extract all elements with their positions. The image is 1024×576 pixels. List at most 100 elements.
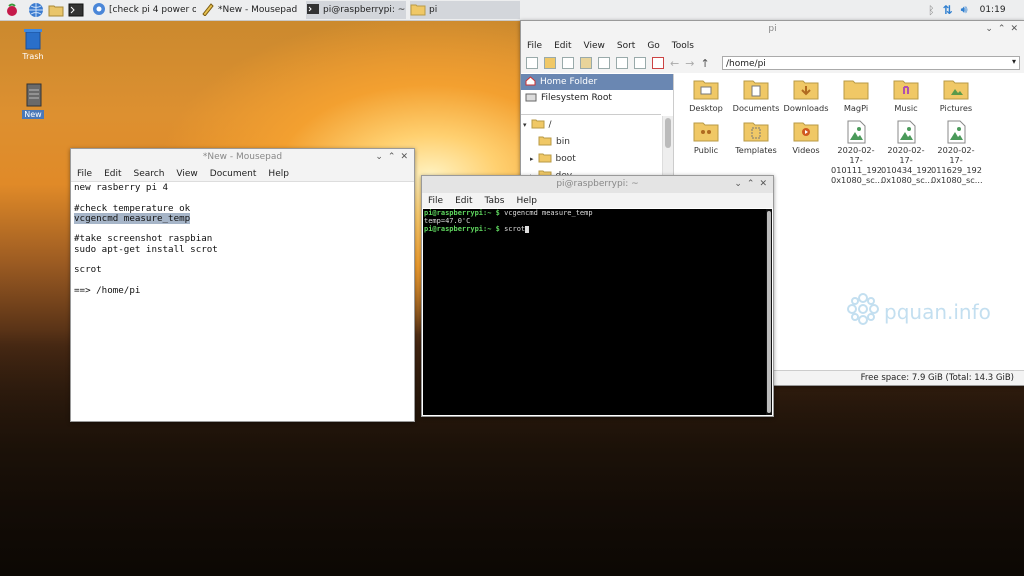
task-browser[interactable]: [check pi 4 power ok ... xyxy=(92,1,196,19)
window-title: *New - Mousepad xyxy=(202,152,283,162)
list-view-icon[interactable] xyxy=(634,57,646,69)
task-file-manager[interactable]: pi xyxy=(410,1,520,19)
close-icon[interactable]: ✕ xyxy=(759,179,767,189)
close-icon[interactable]: ✕ xyxy=(1010,24,1018,34)
bluetooth-icon[interactable]: ᛒ xyxy=(928,4,935,17)
file-item-documents[interactable]: Documents xyxy=(731,78,781,113)
file-label: 2020-02-17- xyxy=(937,145,975,165)
desktop-new-file[interactable]: New xyxy=(9,82,57,119)
text-editor-area[interactable]: new rasberry pi 4 #check temperature ok v… xyxy=(71,181,414,297)
terminal-line: pi@raspberrypi:~ $ vcgencmd measure_temp xyxy=(423,209,772,217)
desktop-folder-icon xyxy=(693,78,719,100)
file-item-screenshot-1[interactable]: 2020-02-17- 010111_192 0x1080_sc... xyxy=(831,120,883,185)
scrollbar-thumb[interactable] xyxy=(665,118,671,148)
terminal-line: temp=47.0'C xyxy=(423,217,772,225)
folder-icon xyxy=(538,135,552,149)
flower-logo-icon xyxy=(846,292,880,331)
mousepad-titlebar[interactable]: *New - Mousepad ⌄ ⌃ ✕ xyxy=(71,149,414,166)
icon-view-icon[interactable] xyxy=(580,57,592,69)
maximize-icon[interactable]: ⌃ xyxy=(388,152,396,162)
terminal-output[interactable]: pi@raspberrypi:~ $ vcgencmd measure_temp… xyxy=(423,209,772,415)
file-item-templates[interactable]: Templates xyxy=(731,120,781,155)
file-manager-titlebar[interactable]: pi ⌄ ⌃ ✕ xyxy=(521,21,1024,38)
file-item-screenshot-3[interactable]: 2020-02-17- 011629_192 0x1080_sc... xyxy=(931,120,983,185)
place-home-folder[interactable]: Home Folder xyxy=(521,74,673,90)
menu-tabs[interactable]: Tabs xyxy=(479,196,511,206)
minimize-icon[interactable]: ⌄ xyxy=(734,179,742,189)
forward-icon[interactable]: → xyxy=(685,57,694,70)
terminal-scrollbar[interactable] xyxy=(766,209,772,415)
file-item-magpi[interactable]: MagPi xyxy=(831,78,881,113)
divider xyxy=(521,114,661,115)
tree-item-bin[interactable]: bin xyxy=(521,133,659,150)
scrollbar-thumb[interactable] xyxy=(767,211,771,413)
menu-view[interactable]: View xyxy=(170,169,203,179)
menu-edit[interactable]: Edit xyxy=(98,169,127,179)
menu-tools[interactable]: Tools xyxy=(666,41,700,51)
menu-file[interactable]: File xyxy=(422,196,449,206)
file-manager-launch-icon[interactable] xyxy=(48,2,64,18)
hidden-files-icon[interactable] xyxy=(562,57,574,69)
file-label: Pictures xyxy=(939,103,973,113)
path-input[interactable]: /home/pi xyxy=(722,56,1020,70)
folder-icon xyxy=(538,152,552,166)
menu-edit[interactable]: Edit xyxy=(449,196,478,206)
file-item-videos[interactable]: Videos xyxy=(781,120,831,155)
new-window-icon[interactable] xyxy=(526,57,538,69)
menu-view[interactable]: View xyxy=(578,41,611,51)
tree-item-boot[interactable]: ▸ boot xyxy=(521,150,659,167)
back-icon[interactable]: ← xyxy=(670,57,679,70)
documents-folder-icon xyxy=(743,78,769,100)
desktop-trash[interactable]: Trash xyxy=(9,26,57,61)
raspberry-menu-icon[interactable] xyxy=(4,2,20,18)
terminal-launch-icon[interactable] xyxy=(68,2,84,18)
file-item-desktop[interactable]: Desktop xyxy=(681,78,731,113)
file-item-music[interactable]: Music xyxy=(881,78,931,113)
task-terminal[interactable]: pi@raspberrypi: ~ xyxy=(306,1,406,19)
menu-go[interactable]: Go xyxy=(641,41,665,51)
menu-sort[interactable]: Sort xyxy=(611,41,641,51)
close-icon[interactable]: ✕ xyxy=(400,152,408,162)
file-item-screenshot-2[interactable]: 2020-02-17- 010434_192 0x1080_sc... xyxy=(881,120,933,185)
home-icon xyxy=(525,75,536,89)
image-file-icon xyxy=(893,120,919,144)
task-mousepad[interactable]: *New - Mousepad xyxy=(201,1,301,19)
trash-icon xyxy=(9,26,57,52)
menu-document[interactable]: Document xyxy=(204,169,263,179)
maximize-icon[interactable]: ⌃ xyxy=(747,179,755,189)
menu-help[interactable]: Help xyxy=(510,196,543,206)
network-icon[interactable]: ⇅ xyxy=(943,3,953,17)
maximize-icon[interactable]: ⌃ xyxy=(998,24,1006,34)
file-item-downloads[interactable]: Downloads xyxy=(781,78,831,113)
terminal-menubar: File Edit Tabs Help xyxy=(422,193,773,208)
menu-help[interactable]: Help xyxy=(262,169,295,179)
thumbnail-view-icon[interactable] xyxy=(598,57,610,69)
image-file-icon xyxy=(943,120,969,144)
compact-view-icon[interactable] xyxy=(616,57,628,69)
music-folder-icon xyxy=(893,78,919,100)
menu-file[interactable]: File xyxy=(71,169,98,179)
file-manager-menubar: File Edit View Sort Go Tools xyxy=(521,38,1024,53)
menu-edit[interactable]: Edit xyxy=(548,41,577,51)
file-item-public[interactable]: Public xyxy=(681,120,731,155)
place-filesystem-root[interactable]: Filesystem Root xyxy=(521,90,673,106)
clock[interactable]: 01:19 xyxy=(980,5,1006,15)
minimize-icon[interactable]: ⌄ xyxy=(985,24,993,34)
up-icon[interactable]: ↑ xyxy=(700,57,709,70)
terminal-titlebar[interactable]: pi@raspberrypi: ~ ⌄ ⌃ ✕ xyxy=(422,176,773,193)
volume-icon[interactable]: 🔊︎ xyxy=(961,3,968,17)
tree-item-root[interactable]: ▾ / xyxy=(521,116,659,133)
file-item-pictures[interactable]: Pictures xyxy=(931,78,981,113)
menu-file[interactable]: File xyxy=(521,41,548,51)
system-tray: ᛒ ⇅ 🔊︎ 01:19 xyxy=(928,0,1006,20)
public-folder-icon xyxy=(693,120,719,142)
minimize-icon[interactable]: ⌄ xyxy=(375,152,383,162)
editor-line: scrot xyxy=(74,264,102,276)
new-folder-icon[interactable] xyxy=(544,57,556,69)
home-icon[interactable] xyxy=(652,57,664,69)
browser-launch-icon[interactable] xyxy=(28,2,44,18)
menu-search[interactable]: Search xyxy=(128,169,171,179)
place-label: Filesystem Root xyxy=(541,93,612,103)
editor-line: ==> /home/pi xyxy=(74,284,141,296)
path-dropdown-icon[interactable]: ▾ xyxy=(1012,57,1016,66)
